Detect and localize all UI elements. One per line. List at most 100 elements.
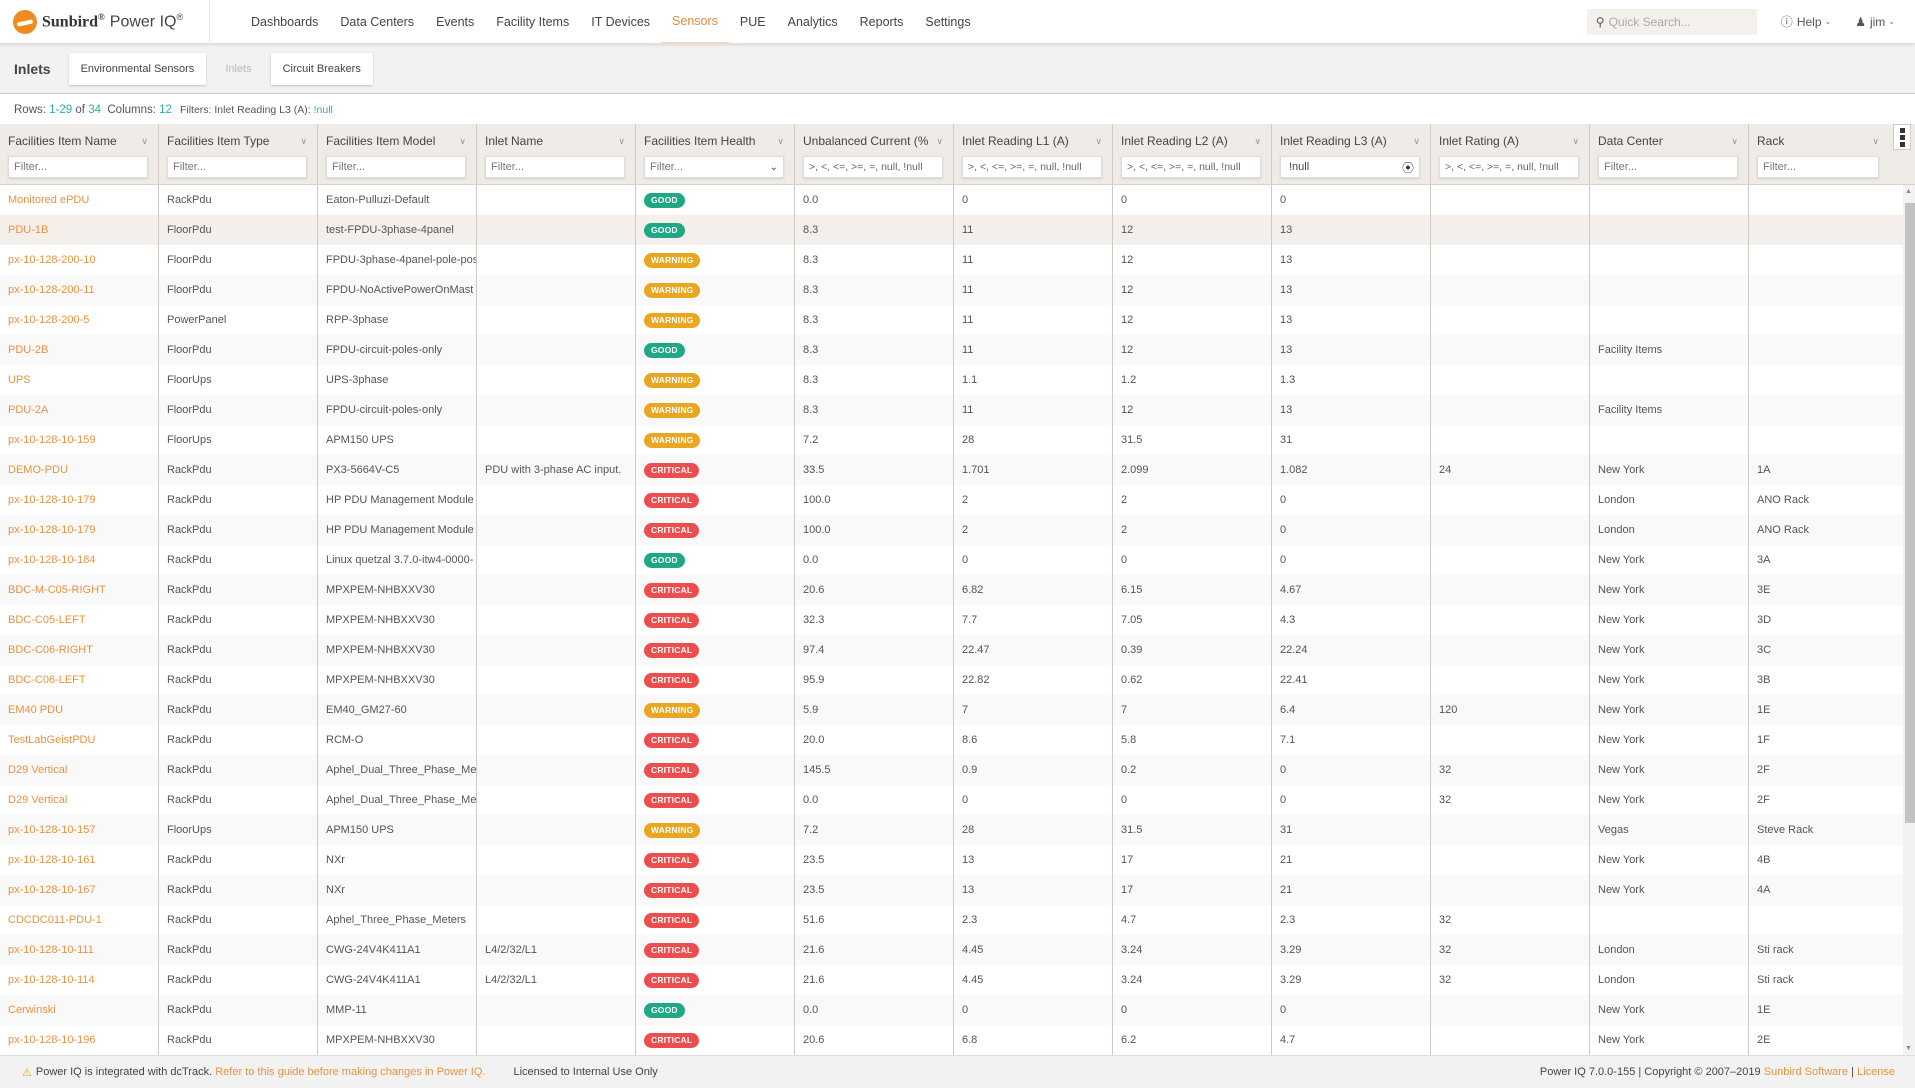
nav-item-dashboards[interactable]: Dashboards — [240, 0, 329, 44]
column-menu-chevron-icon[interactable]: ∨ — [936, 136, 943, 147]
nav-item-facility-items[interactable]: Facility Items — [485, 0, 580, 44]
tab-environmental-sensors[interactable]: Environmental Sensors — [68, 52, 207, 85]
column-menu-chevron-icon[interactable]: ∨ — [300, 136, 307, 147]
column-menu-chevron-icon[interactable]: ∨ — [1095, 136, 1102, 147]
column-title[interactable]: Inlet Reading L1 (A) ∨ — [962, 132, 1102, 150]
column-title[interactable]: Inlet Name ∨ — [485, 132, 625, 150]
column-menu-chevron-icon[interactable]: ∨ — [459, 136, 466, 147]
column-menu-chevron-icon[interactable]: ∨ — [141, 136, 148, 147]
cell-facilities-item-name[interactable]: PDU-1B — [0, 215, 159, 245]
cell-facilities-item-name[interactable]: px-10-128-10-179 — [0, 515, 159, 545]
table-row[interactable]: EM40 PDU RackPdu EM40_GM27-60 WARNING 5.9 7 7 6… — [0, 695, 1915, 725]
nav-item-settings[interactable]: Settings — [914, 0, 981, 44]
column-filter-inlet-reading-l2-a[interactable]: >, <, <=, >=, =, null, !null — [1121, 156, 1261, 178]
user-menu[interactable]: ♟ jim ⌄ — [1855, 15, 1895, 29]
column-filter-unbalanced-current[interactable]: >, <, <=, >=, =, null, !null — [803, 156, 943, 178]
cell-facilities-item-name[interactable]: px-10-128-10-196 — [0, 1025, 159, 1055]
cell-facilities-item-name[interactable]: px-10-128-10-161 — [0, 845, 159, 875]
column-filter-facilities-item-name[interactable]: Filter... — [8, 156, 148, 178]
table-row[interactable]: px-10-128-10-179 RackPdu HP PDU Management… — [0, 485, 1915, 515]
nav-item-analytics[interactable]: Analytics — [777, 0, 849, 44]
table-row[interactable]: BDC-C05-LEFT RackPdu MPXPEM-NHBXXV30 CRITIC… — [0, 605, 1915, 635]
cell-facilities-item-name[interactable]: EM40 PDU — [0, 695, 159, 725]
column-title[interactable]: Unbalanced Current (% ∨ — [803, 132, 943, 150]
cell-facilities-item-name[interactable]: px-10-128-200-10 — [0, 245, 159, 275]
nav-item-reports[interactable]: Reports — [849, 0, 915, 44]
cell-facilities-item-name[interactable]: px-10-128-200-5 — [0, 305, 159, 335]
column-title[interactable]: Inlet Rating (A) ∨ — [1439, 132, 1579, 150]
nav-item-sensors[interactable]: Sensors — [661, 0, 729, 44]
cell-facilities-item-name[interactable]: BDC-C05-LEFT — [0, 605, 159, 635]
table-row[interactable]: PDU-2A FloorPdu FPDU-circuit-poles-only WAR… — [0, 395, 1915, 425]
column-filter-facilities-item-model[interactable]: Filter... — [326, 156, 466, 178]
column-menu-chevron-icon[interactable]: ∨ — [1572, 136, 1579, 147]
cell-facilities-item-name[interactable]: DEMO-PDU — [0, 455, 159, 485]
cell-facilities-item-name[interactable]: px-10-128-200-11 — [0, 275, 159, 305]
company-link[interactable]: Sunbird Software — [1764, 1066, 1848, 1078]
column-menu-chevron-icon[interactable]: ∨ — [1731, 136, 1738, 147]
nav-item-events[interactable]: Events — [425, 0, 485, 44]
vertical-scrollbar[interactable]: ▲ ▼ — [1903, 185, 1915, 1055]
table-row[interactable]: PDU-1B FloorPdu test-FPDU-3phase-4panel GOO… — [0, 215, 1915, 245]
table-row[interactable]: Cerwinski RackPdu MMP-11 GOOD 0.0 0 0 0 New York… — [0, 995, 1915, 1025]
table-row[interactable]: px-10-128-10-179 RackPdu HP PDU Management… — [0, 515, 1915, 545]
quick-search-input[interactable]: ⚲ Quick Search... — [1586, 8, 1757, 35]
cell-facilities-item-name[interactable]: TestLabGeistPDU — [0, 725, 159, 755]
column-menu-chevron-icon[interactable]: ∨ — [1872, 136, 1879, 147]
cell-facilities-item-name[interactable]: D29 Vertical — [0, 785, 159, 815]
cell-facilities-item-name[interactable]: px-10-128-10-111 — [0, 935, 159, 965]
scroll-down-icon[interactable]: ▼ — [1905, 1045, 1912, 1052]
cell-facilities-item-name[interactable]: Monitored ePDU — [0, 185, 159, 215]
table-row[interactable]: px-10-128-10-184 RackPdu Linux quetzal 3.7… — [0, 545, 1915, 575]
cell-facilities-item-name[interactable]: Cerwinski — [0, 995, 159, 1025]
nav-item-it-devices[interactable]: IT Devices — [580, 0, 661, 44]
cell-facilities-item-name[interactable]: px-10-128-10-167 — [0, 875, 159, 905]
table-row[interactable]: DEMO-PDU RackPdu PX3-5664V-C5 PDU with 3-ph… — [0, 455, 1915, 485]
column-menu-chevron-icon[interactable]: ∨ — [618, 136, 625, 147]
table-row[interactable]: TestLabGeistPDU RackPdu RCM-O CRITICAL 20.0 8… — [0, 725, 1915, 755]
table-row[interactable]: D29 Vertical RackPdu Aphel_Dual_Three_Phas… — [0, 785, 1915, 815]
table-row[interactable]: Monitored ePDU RackPdu Eaton-Pulluzi-Defau… — [0, 185, 1915, 215]
table-row[interactable]: BDC-C06-LEFT RackPdu MPXPEM-NHBXXV30 CRITIC… — [0, 665, 1915, 695]
cell-facilities-item-name[interactable]: px-10-128-10-184 — [0, 545, 159, 575]
cell-facilities-item-name[interactable]: PDU-2B — [0, 335, 159, 365]
table-row[interactable]: px-10-128-200-10 FloorPdu FPDU-3phase-4pan… — [0, 245, 1915, 275]
cell-facilities-item-name[interactable]: BDC-C06-RIGHT — [0, 635, 159, 665]
cell-facilities-item-name[interactable]: BDC-C06-LEFT — [0, 665, 159, 695]
column-title[interactable]: Inlet Reading L3 (A) ∨ — [1280, 132, 1420, 150]
table-row[interactable]: px-10-128-10-111 RackPdu CWG-24V4K411A1 L4/… — [0, 935, 1915, 965]
app-logo[interactable]: Sunbird® Power IQ® — [0, 0, 210, 44]
column-title[interactable]: Facilities Item Type ∨ — [167, 132, 307, 150]
column-menu-chevron-icon[interactable]: ∨ — [1413, 136, 1420, 147]
cell-facilities-item-name[interactable]: px-10-128-10-114 — [0, 965, 159, 995]
table-row[interactable]: PDU-2B FloorPdu FPDU-circuit-poles-only GOO… — [0, 335, 1915, 365]
column-title[interactable]: Inlet Reading L2 (A) ∨ — [1121, 132, 1261, 150]
column-filter-inlet-reading-l3-a[interactable]: !null ⦿ — [1280, 156, 1420, 178]
nav-item-data-centers[interactable]: Data Centers — [329, 0, 425, 44]
table-row[interactable]: px-10-128-200-11 FloorPdu FPDU-NoActivePow… — [0, 275, 1915, 305]
cell-facilities-item-name[interactable]: px-10-128-10-157 — [0, 815, 159, 845]
column-menu-chevron-icon[interactable]: ∨ — [777, 136, 784, 147]
column-filter-rack[interactable]: Filter... — [1757, 156, 1879, 178]
table-row[interactable]: px-10-128-10-157 FloorUps APM150 UPS WARNIN… — [0, 815, 1915, 845]
tab-circuit-breakers[interactable]: Circuit Breakers — [270, 52, 373, 85]
cell-facilities-item-name[interactable]: CDCDC011-PDU-1 — [0, 905, 159, 935]
table-row[interactable]: UPS FloorUps UPS-3phase WARNING 8.3 1.1 1.2 1.3 — [0, 365, 1915, 395]
cell-facilities-item-name[interactable]: PDU-2A — [0, 395, 159, 425]
column-title[interactable]: Facilities Item Model ∨ — [326, 132, 466, 150]
cell-facilities-item-name[interactable]: px-10-128-10-159 — [0, 425, 159, 455]
guide-link[interactable]: Refer to this guide before making change… — [215, 1066, 485, 1078]
table-row[interactable]: px-10-128-10-196 RackPdu MPXPEM-NHBXXV30 CR… — [0, 1025, 1915, 1055]
table-row[interactable]: px-10-128-10-114 RackPdu CWG-24V4K411A1 L4/… — [0, 965, 1915, 995]
table-row[interactable]: px-10-128-10-159 FloorUps APM150 UPS WARNIN… — [0, 425, 1915, 455]
table-row[interactable]: D29 Vertical RackPdu Aphel_Dual_Three_Phas… — [0, 755, 1915, 785]
cell-facilities-item-name[interactable]: D29 Vertical — [0, 755, 159, 785]
clear-filter-icon[interactable]: ⦿ — [1402, 159, 1414, 176]
table-row[interactable]: BDC-M-C05-RIGHT RackPdu MPXPEM-NHBXXV30 CRI… — [0, 575, 1915, 605]
column-filter-data-center[interactable]: Filter... — [1598, 156, 1738, 178]
table-row[interactable]: px-10-128-200-5 PowerPanel RPP-3phase WARNI… — [0, 305, 1915, 335]
column-filter-facilities-item-health[interactable]: Filter... ⌄ — [644, 156, 784, 178]
column-filter-inlet-rating-a[interactable]: >, <, <=, >=, =, null, !null — [1439, 156, 1579, 178]
column-filter-inlet-name[interactable]: Filter... — [485, 156, 625, 178]
scroll-up-icon[interactable]: ▲ — [1905, 188, 1912, 195]
